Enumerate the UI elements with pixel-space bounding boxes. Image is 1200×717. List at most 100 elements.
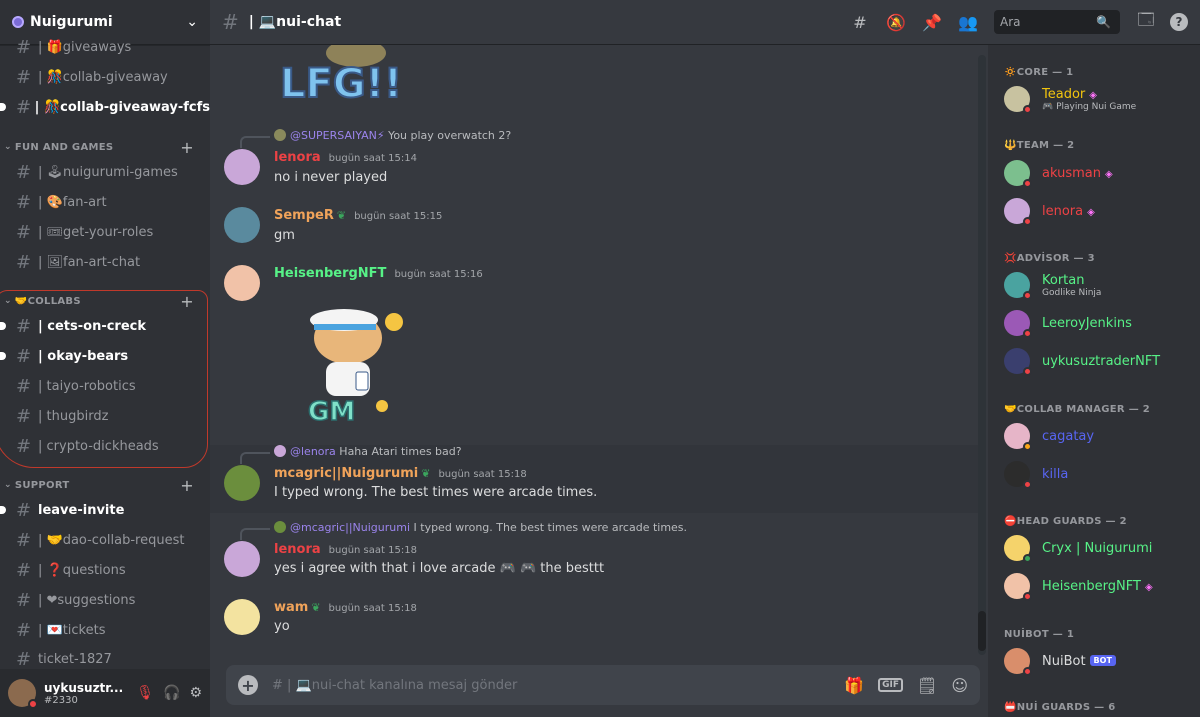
member-list: 🔅CORE — 1 Teador ◈ 🎮 Playing Nui Game 🔱TEA… bbox=[988, 45, 1200, 717]
channel-ticket-1827[interactable]: # ticket-1827 bbox=[0, 646, 210, 670]
channel-nuigurumi-games[interactable]: # | 🕹nuigurumi-games bbox=[0, 159, 210, 185]
booster-icon: ◈ bbox=[1089, 89, 1097, 101]
message-composer: + 🎁 GIF 🗒 ☺ bbox=[226, 665, 980, 705]
hash-icon: # bbox=[16, 499, 32, 521]
avatar[interactable] bbox=[224, 599, 260, 635]
member-name: LeeroyJenkins bbox=[1042, 315, 1132, 331]
channel-suggestions[interactable]: # | ❤suggestions bbox=[0, 587, 210, 613]
avatar bbox=[1004, 86, 1032, 114]
upload-plus-icon[interactable]: + bbox=[238, 675, 258, 695]
chevron-down-icon: ⌄ bbox=[4, 296, 12, 306]
avatar[interactable] bbox=[224, 541, 260, 577]
gear-icon[interactable]: ⚙ bbox=[189, 685, 202, 701]
user-panel: uykusuztr... #2330 🎙 🎧 ⚙ bbox=[0, 669, 210, 717]
channel-title: | 💻nui-chat bbox=[248, 14, 342, 30]
channel-collab-giveaway[interactable]: # | 🎊collab-giveaway bbox=[0, 64, 210, 90]
member-item[interactable]: lenora ◈ bbox=[1004, 193, 1192, 229]
avatar bbox=[1004, 310, 1032, 338]
threads-icon[interactable]: # bbox=[850, 13, 870, 32]
status-dnd-icon bbox=[1023, 667, 1032, 676]
member-item[interactable]: akusman ◈ bbox=[1004, 155, 1192, 191]
channel-okay-bears[interactable]: # | okay-bears bbox=[0, 343, 210, 369]
channel-giveaways[interactable]: # | 🎁giveaways bbox=[0, 34, 210, 60]
emoji-icon[interactable]: ☺ bbox=[951, 676, 968, 695]
category-collabs[interactable]: ⌄ 🤝COLLABS + bbox=[4, 292, 210, 311]
avatar bbox=[1004, 573, 1032, 601]
timestamp: bugün saat 15:14 bbox=[328, 153, 417, 164]
member-item[interactable]: Cryx | Nuigurumi bbox=[1004, 530, 1192, 566]
avatar[interactable] bbox=[224, 149, 260, 185]
channel-tickets[interactable]: # | 💌tickets bbox=[0, 617, 210, 643]
hash-icon: # bbox=[16, 435, 32, 457]
gift-icon[interactable]: 🎁 bbox=[844, 676, 864, 695]
channel-cets-on-creck[interactable]: # | cets-on-creck bbox=[0, 313, 210, 339]
channel-fan-art-chat[interactable]: # | 🖼fan-art-chat bbox=[0, 249, 210, 275]
member-item[interactable]: Teador ◈ 🎮 Playing Nui Game bbox=[1004, 81, 1192, 117]
add-channel-icon[interactable]: + bbox=[180, 292, 194, 311]
headphones-icon[interactable]: 🎧 bbox=[163, 685, 180, 701]
message-author[interactable]: SempeR ❦ bugün saat 15:15 bbox=[274, 208, 442, 223]
reply-preview[interactable]: @lenora Haha Atari times bad? bbox=[240, 445, 462, 464]
role-header: ⛔HEAD GUARDS — 2 bbox=[1004, 516, 1127, 527]
channel-taiyo-robotics[interactable]: # | taiyo-robotics bbox=[0, 373, 210, 399]
member-item[interactable]: NuiBot BOT bbox=[1004, 643, 1192, 679]
message-input[interactable] bbox=[272, 677, 831, 693]
sprout-badge-icon: ❦ bbox=[421, 467, 431, 480]
help-icon[interactable]: ? bbox=[1170, 13, 1188, 31]
message-author[interactable]: lenora bugün saat 15:14 bbox=[274, 150, 417, 165]
add-channel-icon[interactable]: + bbox=[180, 476, 194, 495]
message-author[interactable]: lenora bugün saat 15:18 bbox=[274, 542, 417, 557]
status-dnd-icon bbox=[1023, 217, 1032, 226]
channel-collab-giveaway-fcfs[interactable]: # | 🎊collab-giveaway-fcfs bbox=[0, 94, 210, 120]
avatar bbox=[274, 521, 286, 533]
channel-questions[interactable]: # | ❓questions bbox=[0, 557, 210, 583]
reply-preview[interactable]: @mcagric||Nuigurumi I typed wrong. The b… bbox=[239, 521, 687, 540]
channel-fan-art[interactable]: # | 🎨fan-art bbox=[0, 189, 210, 215]
search-input[interactable] bbox=[1000, 15, 1096, 29]
member-item[interactable]: uykusuztraderNFT bbox=[1004, 343, 1192, 379]
channel-get-your-roles[interactable]: # | 🎟get-your-roles bbox=[0, 219, 210, 245]
message-author[interactable]: HeisenbergNFT bugün saat 15:16 bbox=[274, 266, 483, 281]
channel-dao-collab-request[interactable]: # | 🤝dao-collab-request bbox=[0, 527, 210, 553]
message-author[interactable]: wam ❦ bugün saat 15:18 bbox=[274, 600, 417, 615]
avatar[interactable] bbox=[224, 265, 260, 301]
hash-icon: # bbox=[16, 191, 32, 213]
channel-leave-invite[interactable]: # leave-invite bbox=[0, 497, 210, 523]
member-item[interactable]: killa bbox=[1004, 456, 1192, 492]
notification-muted-icon[interactable]: 🔕 bbox=[886, 13, 906, 32]
member-item[interactable]: LeeroyJenkins bbox=[1004, 305, 1192, 341]
channel-crypto-dickheads[interactable]: # | crypto-dickheads bbox=[0, 433, 210, 459]
reply-preview[interactable]: @SUPERSAIYAN⚡ You play overwatch 2? bbox=[239, 129, 511, 148]
avatar[interactable] bbox=[224, 465, 260, 501]
scrollbar-thumb[interactable] bbox=[978, 611, 986, 651]
chevron-down-icon[interactable]: ⌄ bbox=[186, 14, 198, 30]
pin-icon[interactable]: 📌 bbox=[922, 13, 942, 32]
member-item[interactable]: cagatay bbox=[1004, 418, 1192, 454]
category-support[interactable]: ⌄ SUPPORT + bbox=[4, 476, 210, 495]
search-icon: 🔍 bbox=[1096, 15, 1111, 29]
avatar[interactable] bbox=[224, 207, 260, 243]
microphone-muted-icon[interactable]: 🎙 bbox=[136, 685, 154, 701]
gif-icon[interactable]: GIF bbox=[878, 678, 903, 692]
role-header: 🔱TEAM — 2 bbox=[1004, 140, 1075, 151]
member-list-icon[interactable]: 👥 bbox=[958, 13, 978, 32]
channel-thugbirdz[interactable]: # | thugbirdz bbox=[0, 403, 210, 429]
message-author[interactable]: mcagric||Nuigurumi ❦ bugün saat 15:18 bbox=[274, 466, 527, 481]
hash-icon: # bbox=[16, 619, 32, 641]
member-item[interactable]: Kortan Godlike Ninja bbox=[1004, 267, 1192, 303]
user-info[interactable]: uykusuztr... #2330 bbox=[44, 681, 127, 706]
sprout-badge-icon: ❦ bbox=[311, 601, 321, 614]
status-idle-icon bbox=[1023, 442, 1032, 451]
hash-icon: # bbox=[16, 648, 32, 670]
member-item[interactable]: HeisenbergNFT ◈ bbox=[1004, 568, 1192, 604]
channel-list[interactable]: # | 🎁giveaways # | 🎊collab-giveaway # | 🎊co… bbox=[0, 32, 210, 669]
category-fun-and-games[interactable]: ⌄ FUN AND GAMES + bbox=[4, 138, 210, 157]
search-box[interactable]: 🔍 bbox=[994, 10, 1120, 34]
scrollbar-track[interactable] bbox=[978, 55, 986, 655]
avatar[interactable] bbox=[8, 679, 38, 709]
inbox-icon[interactable]: 🗔 bbox=[1136, 9, 1156, 36]
message-text: I typed wrong. The best times were arcad… bbox=[274, 485, 598, 500]
hash-icon: # bbox=[16, 529, 32, 551]
add-channel-icon[interactable]: + bbox=[180, 138, 194, 157]
sticker-icon[interactable]: 🗒 bbox=[917, 676, 937, 695]
